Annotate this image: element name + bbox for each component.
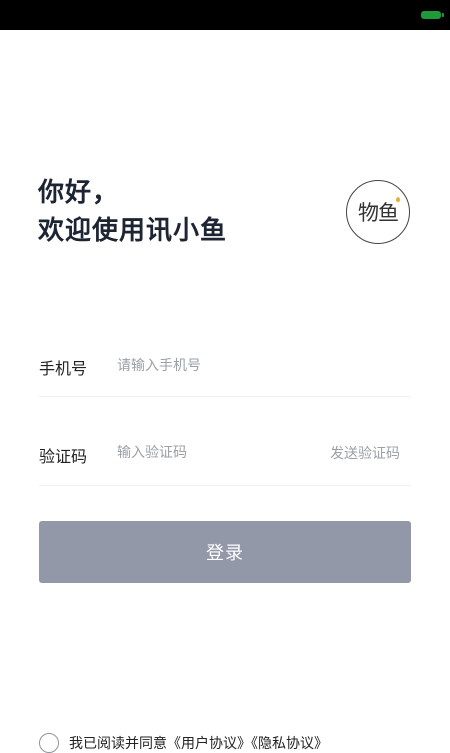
status-bar bbox=[0, 0, 450, 30]
code-input[interactable] bbox=[117, 442, 307, 464]
send-code-button[interactable]: 发送验证码 bbox=[330, 443, 400, 463]
agreement-row: 我已阅读并同意《用户协议》《隐私协议》 bbox=[39, 733, 328, 753]
phone-divider bbox=[39, 396, 411, 397]
greeting-heading: 你好， 欢迎使用讯小鱼 bbox=[38, 174, 227, 250]
agreement-text[interactable]: 我已阅读并同意《用户协议》《隐私协议》 bbox=[69, 733, 328, 753]
logo-text: 物鱼 bbox=[358, 201, 399, 225]
code-label: 验证码 bbox=[39, 447, 88, 466]
phone-label: 手机号 bbox=[39, 359, 88, 378]
phone-input[interactable] bbox=[117, 355, 317, 377]
logo-accent-dot bbox=[396, 197, 400, 202]
login-button[interactable]: 登录 bbox=[39, 521, 411, 583]
battery-icon bbox=[421, 11, 444, 19]
code-divider bbox=[39, 485, 411, 486]
agreement-checkbox[interactable] bbox=[39, 733, 59, 753]
app-logo: 物鱼 bbox=[346, 180, 410, 244]
greeting-line-2: 欢迎使用讯小鱼 bbox=[38, 216, 228, 246]
greeting-line-1: 你好， bbox=[38, 178, 120, 208]
